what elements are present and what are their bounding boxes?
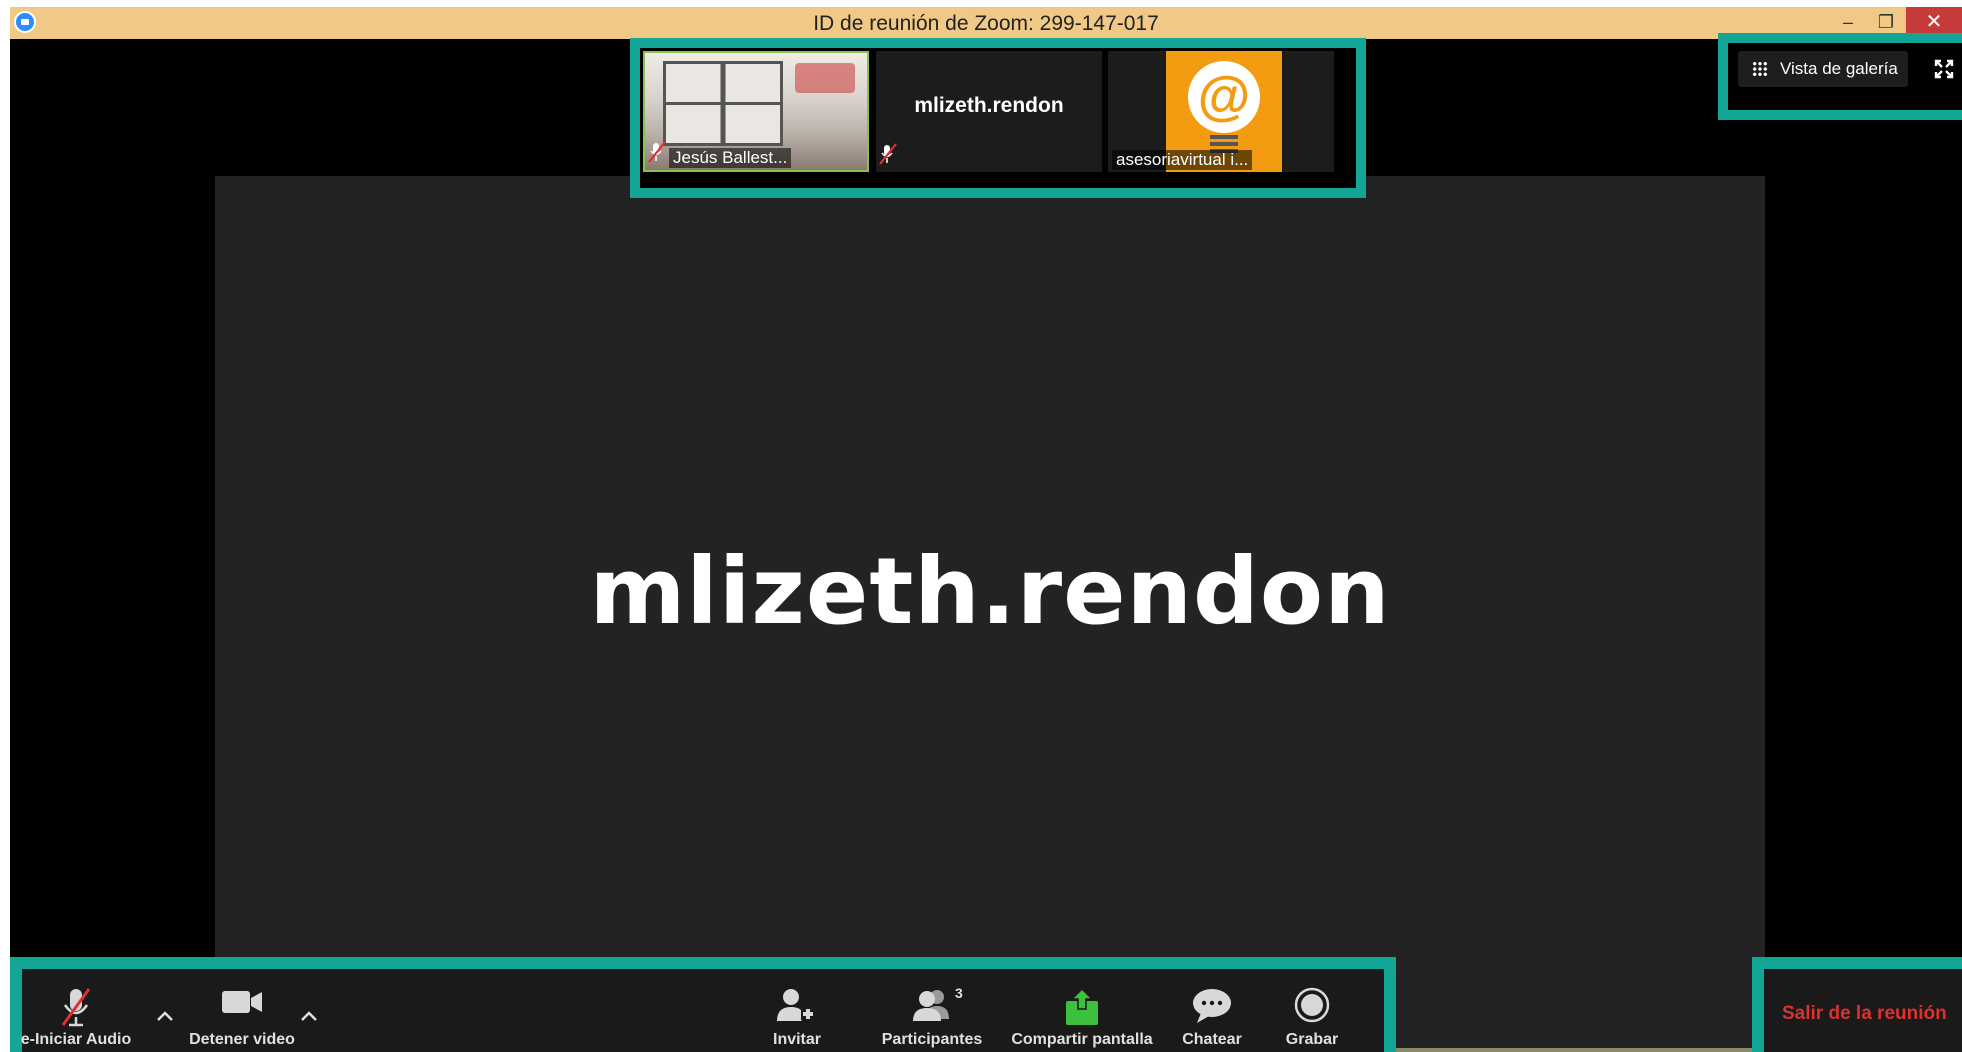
participant-thumbnail[interactable]: @ asesoriavirtual i... (1108, 51, 1334, 172)
leave-meeting-area: Salir de la reunión (1752, 957, 1962, 1052)
participant-name: Jesús Ballest... (669, 148, 792, 168)
leave-meeting-button[interactable]: Salir de la reunión (1782, 1003, 1947, 1025)
add-user-icon (777, 989, 815, 1021)
chat-bubble-icon (1193, 989, 1231, 1023)
audio-button-label: e-Iniciar Audio (20, 1031, 132, 1048)
participant-thumbnail[interactable]: Jesús Ballest... (643, 51, 869, 172)
audio-button[interactable]: e-Iniciar Audio (21, 969, 131, 1052)
toolbar-spacer (1396, 974, 1752, 1052)
participant-name: mlizeth.rendon (914, 94, 1064, 117)
video-decoration (795, 63, 855, 93)
participants-label: Participantes (881, 1031, 983, 1048)
record-label: Grabar (1285, 1031, 1339, 1048)
participant-name: asesoriavirtual i... (1112, 150, 1253, 170)
grid-icon (1752, 61, 1768, 77)
stop-video-label: Detener video (189, 1031, 295, 1048)
gallery-view-label: Vista de galería (1780, 59, 1898, 78)
meeting-toolbar: e-Iniciar Audio Detener video Invitar 3 … (10, 957, 1396, 1052)
gallery-view-button[interactable]: Vista de galería (1738, 51, 1908, 87)
video-background (663, 61, 783, 146)
window-title: ID de reunión de Zoom: 299-147-017 (813, 12, 1159, 35)
stop-video-button[interactable]: Detener video (182, 969, 302, 1052)
muted-microphone-icon (61, 988, 91, 1027)
participant-thumbnail[interactable]: mlizeth.rendon (876, 51, 1102, 172)
at-sign-icon: @ (1188, 61, 1260, 133)
audio-options-chevron-up-icon[interactable] (154, 1009, 176, 1023)
participants-button[interactable]: 3 Participantes (867, 969, 997, 1052)
thumbnail-strip: Jesús Ballest... mlizeth.rendon @ asesor… (630, 38, 1366, 198)
record-icon (1294, 987, 1330, 1023)
video-options-chevron-up-icon[interactable] (298, 1009, 320, 1023)
participants-count-badge: 3 (955, 985, 963, 1001)
share-screen-button[interactable]: Compartir pantalla (1007, 969, 1157, 1052)
muted-mic-icon (647, 141, 667, 168)
participants-icon (913, 990, 949, 1021)
chat-button[interactable]: Chatear (1167, 969, 1257, 1052)
invite-button[interactable]: Invitar (752, 969, 842, 1052)
active-speaker-name: mlizeth.rendon (589, 538, 1391, 645)
fullscreen-icon[interactable] (1934, 59, 1954, 79)
share-screen-icon (1066, 987, 1098, 1025)
invite-label: Invitar (772, 1031, 822, 1048)
video-camera-icon (222, 991, 262, 1013)
muted-mic-icon (878, 143, 898, 170)
record-button[interactable]: Grabar (1272, 969, 1352, 1052)
chat-label: Chatear (1182, 1031, 1242, 1048)
share-screen-label: Compartir pantalla (1011, 1031, 1153, 1048)
active-speaker-tile: mlizeth.rendon (215, 176, 1765, 976)
view-controls: Vista de galería (1718, 33, 1962, 120)
title-bar: ID de reunión de Zoom: 299-147-017 – ❐ ✕ (10, 7, 1962, 39)
